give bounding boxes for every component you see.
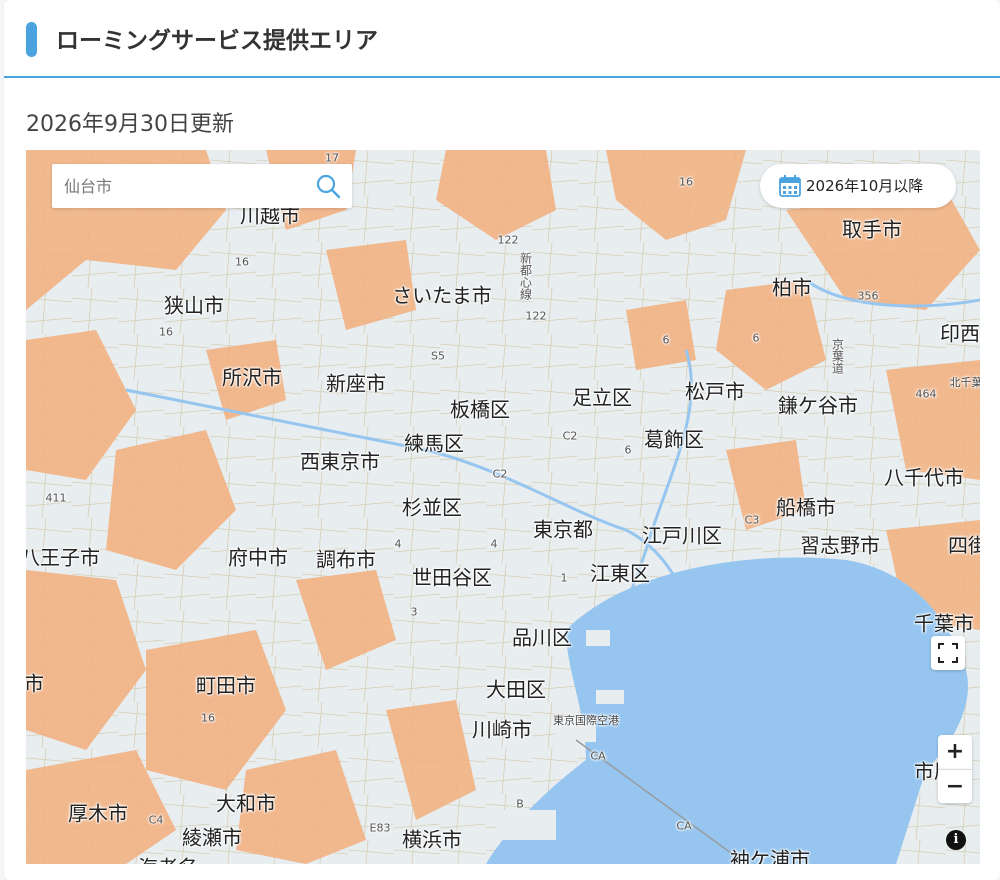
place-label: 西東京市 (300, 449, 380, 474)
place-label: 江戸川区 (642, 523, 722, 548)
route-number-label: C2 (562, 429, 578, 443)
route-number-label: B (516, 797, 524, 811)
place-label: 所沢市 (222, 365, 282, 390)
route-number-label: 1 (560, 571, 568, 585)
place-label: 印西 (940, 321, 980, 346)
zoom-out-button[interactable]: − (938, 769, 972, 803)
route-number-label: 464 (915, 387, 937, 401)
route-number-label: 411 (45, 491, 67, 505)
route-number-label: 16 (201, 711, 215, 725)
place-label: 鎌ケ谷市 (778, 393, 858, 418)
place-label: 船橋市 (776, 495, 836, 520)
route-number-label: 4 (394, 537, 402, 551)
route-number-label: 16 (235, 255, 249, 269)
landmark-label: 東京国際空港 (553, 714, 619, 727)
place-label: 四街 (948, 533, 980, 558)
place-label: 習志野市 (800, 533, 880, 558)
road-name-label: 京葉道 (830, 338, 845, 374)
last-updated-text: 2026年9月30日更新 (26, 112, 234, 137)
route-number-label: C3 (744, 513, 760, 527)
place-label: 大田区 (486, 677, 546, 702)
place-label: 足立区 (572, 385, 632, 410)
fullscreen-icon (938, 643, 958, 663)
place-label: 練馬区 (404, 431, 464, 456)
place-label: 川崎市 (472, 717, 532, 742)
place-label: 取手市 (842, 217, 902, 242)
place-label: 葛飾区 (644, 427, 704, 452)
place-label: 狭山市 (164, 293, 224, 318)
place-label: 横浜市 (402, 827, 462, 852)
route-number-label: 17 (325, 151, 339, 165)
date-filter-button[interactable]: 2026年10月以降 (760, 164, 956, 208)
search-input[interactable] (52, 164, 302, 208)
route-number-label: 6 (662, 333, 670, 347)
place-label: 東京都 (533, 517, 593, 542)
place-label: 袖ケ浦市 (730, 847, 810, 865)
coverage-map[interactable]: 川越市 狭山市 さいたま市 取手市 柏市 印西 所沢市 新座市 足立区 松戸市 板橋区 鎌ケ谷市 練馬区… (26, 150, 980, 864)
route-number-label: 356 (857, 289, 879, 303)
road-name-label: 北千葉 (949, 376, 981, 389)
place-label: 厚木市 (68, 801, 128, 826)
page-title: ローミングサービス提供エリア (56, 28, 378, 54)
route-number-label: 4 (490, 537, 498, 551)
place-label: 品川区 (512, 625, 572, 650)
route-number-label: 122 (497, 233, 519, 247)
route-number-label: CA (590, 749, 606, 763)
place-label: 柏市 (772, 275, 812, 300)
search-icon[interactable] (314, 172, 342, 200)
route-number-label: C4 (148, 813, 164, 827)
place-label: 大和市 (216, 791, 276, 816)
calendar-icon (779, 175, 801, 197)
place-label: 八王子市 (26, 545, 100, 570)
place-label: 千葉市 (914, 611, 974, 636)
fullscreen-button[interactable] (931, 636, 965, 670)
route-number-label: 16 (679, 175, 693, 189)
place-label: さいたま市 (392, 283, 492, 308)
place-label: 江東区 (590, 561, 650, 586)
place-label: 新座市 (326, 371, 386, 396)
route-number-label: S5 (431, 349, 445, 363)
location-search (52, 164, 352, 208)
route-number-label: E83 (369, 821, 391, 835)
zoom-in-button[interactable]: + (938, 735, 972, 769)
place-label: 市 (26, 671, 44, 696)
place-label: 綾瀬市 (182, 825, 242, 850)
route-number-label: 6 (624, 443, 632, 457)
route-number-label: 6 (752, 331, 760, 345)
place-label: 杉並区 (402, 495, 462, 520)
place-label: 板橋区 (450, 397, 510, 422)
route-number-label: CA (676, 819, 692, 833)
place-label: 調布市 (316, 547, 376, 572)
place-label: 海老名 (138, 852, 198, 865)
place-label: 松戸市 (685, 379, 745, 404)
route-number-label: C2 (492, 467, 508, 481)
road-name-label: 新都心線 (518, 252, 533, 300)
place-label: 世田谷区 (412, 565, 492, 590)
map-base-layer (26, 150, 980, 864)
card-header: ローミングサービス提供エリア (4, 0, 1000, 78)
date-filter-label: 2026年10月以降 (806, 177, 924, 195)
route-number-label: 3 (410, 605, 418, 619)
route-number-label: 16 (159, 325, 173, 339)
place-label: 町田市 (196, 673, 256, 698)
place-label: 八千代市 (884, 465, 964, 490)
place-label: 府中市 (228, 545, 288, 570)
info-button[interactable]: i (946, 830, 966, 850)
route-number-label: 122 (525, 309, 547, 323)
roaming-area-card: ローミングサービス提供エリア 2026年9月30日更新 川越市 狭山市 さいたま… (4, 0, 1000, 880)
header-accent-bar (26, 22, 37, 57)
